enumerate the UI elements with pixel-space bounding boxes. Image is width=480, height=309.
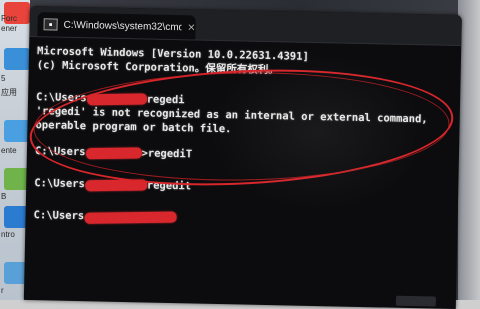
close-icon[interactable]: ×: [187, 22, 196, 33]
app-icon[interactable]: [4, 120, 30, 142]
cmd-window[interactable]: ▪ C:\Windows\system32\cmd.e × Microsoft …: [23, 6, 462, 309]
prompt-prefix: C:\Users: [34, 177, 85, 191]
tab-cmd[interactable]: ▪ C:\Windows\system32\cmd.e ×: [37, 12, 196, 40]
desktop-label: r: [1, 286, 4, 295]
redaction-mark: [84, 211, 177, 224]
prompt-prefix: C:\Users: [33, 209, 85, 223]
monitor-bezel: [458, 0, 480, 300]
desktop-label: ente: [1, 146, 17, 155]
desktop-label: 5: [1, 74, 6, 83]
desktop-label: B: [1, 192, 7, 201]
tab-title: C:\Windows\system32\cmd.e: [63, 19, 182, 33]
terminal-icon: ▪: [43, 18, 58, 31]
desktop-label: ener: [1, 24, 18, 33]
desktop-label: 应用: [1, 88, 17, 97]
app-icon[interactable]: [4, 48, 30, 70]
desktop-label: Forc: [1, 14, 17, 23]
scrollbar[interactable]: [395, 295, 437, 307]
desktop-label: ntro: [1, 230, 15, 239]
